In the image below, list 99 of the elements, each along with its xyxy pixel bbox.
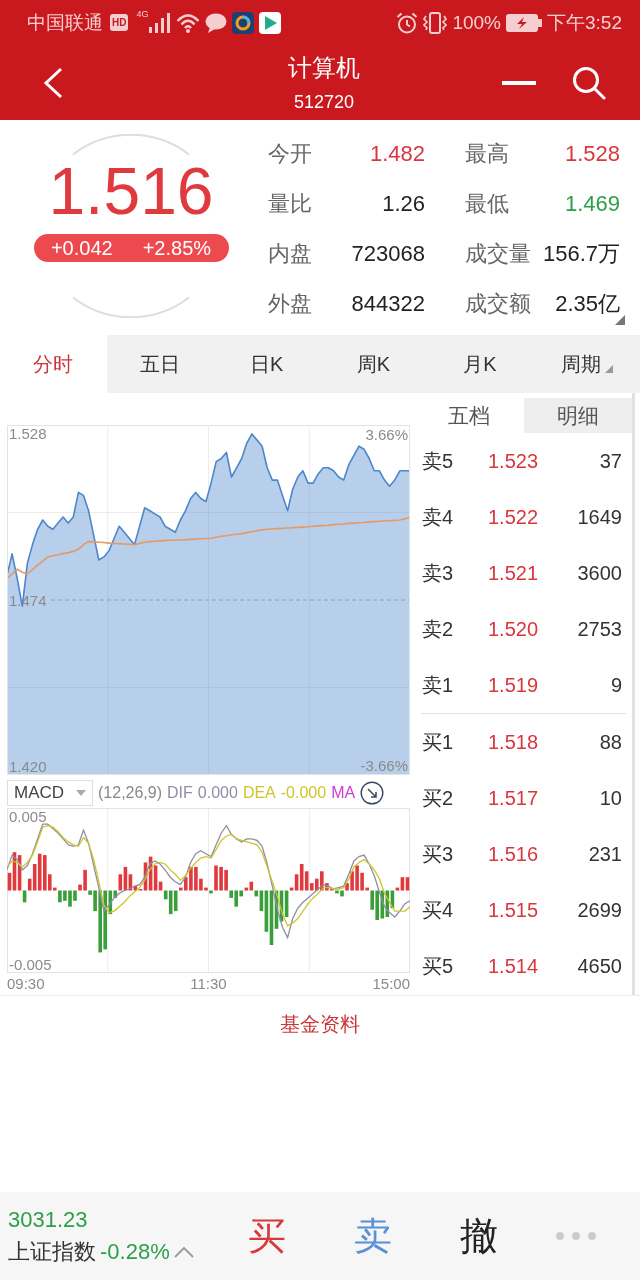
bid-volume: 4650 — [577, 954, 622, 978]
axis-label: 0.005 — [9, 808, 47, 826]
ask-volume: 3600 — [577, 561, 622, 585]
ask-price: 1.520 — [488, 617, 540, 641]
legend-label: DEA — [242, 784, 276, 802]
ask-level: 卖1 — [422, 672, 455, 698]
legend-label: DIF — [167, 784, 193, 802]
percent-axis-label: -3.66% — [360, 757, 408, 774]
trade-action-button[interactable]: 撤 — [426, 1206, 532, 1266]
time-label: 11:30 — [190, 975, 227, 993]
stat-value: 844322 — [351, 291, 425, 317]
chevron-up-icon[interactable] — [173, 1246, 194, 1258]
ask-volume: 2753 — [577, 617, 622, 641]
alarm-clock-icon — [396, 11, 419, 34]
chart-tab[interactable]: 周K — [320, 335, 427, 393]
signal-icon — [149, 12, 172, 33]
legend-value: 0.000 — [197, 784, 238, 802]
ask-price: 1.521 — [488, 561, 540, 585]
indicator-dropdown[interactable]: MACD — [7, 780, 93, 806]
price-change: +0.042 — [50, 236, 113, 260]
stat-label: 外盘 — [268, 290, 312, 318]
ma-label: MA — [331, 784, 356, 802]
time-label: 15:00 — [372, 975, 410, 993]
order-book-tab[interactable]: 明细 — [523, 398, 632, 433]
ask-level: 卖4 — [422, 504, 455, 530]
axis-label: 1.420 — [9, 757, 47, 775]
stat-value: 1.469 — [564, 191, 620, 217]
battery-charging-icon — [506, 13, 542, 32]
stat-label: 最低 — [465, 190, 509, 218]
bid-level: 买3 — [422, 841, 455, 867]
stat-value: 723068 — [351, 241, 425, 267]
ask-volume: 37 — [599, 449, 622, 473]
last-price: 1.516 — [48, 156, 214, 226]
bid-price: 1.518 — [488, 730, 540, 754]
time-label: 09:30 — [7, 975, 45, 993]
chart-tab[interactable]: 分时 — [0, 335, 107, 393]
back-icon[interactable] — [42, 66, 64, 99]
bid-level: 买1 — [422, 729, 455, 755]
stat-value: 1.528 — [564, 141, 620, 167]
axis-label: -0.005 — [9, 955, 52, 973]
bid-volume: 10 — [599, 786, 622, 810]
bid-price: 1.514 — [488, 954, 540, 978]
bid-price: 1.515 — [488, 898, 540, 922]
ask-level: 卖3 — [422, 560, 455, 586]
vibrate-icon — [423, 11, 448, 34]
fund-code: 512720 — [293, 90, 355, 113]
axis-label: 1.528 — [9, 425, 47, 443]
index-value: 3031.23 — [8, 1206, 89, 1234]
ask-level: 卖5 — [422, 448, 455, 474]
chart-tab[interactable]: 周期 — [533, 335, 640, 393]
ask-level: 卖2 — [422, 616, 455, 642]
stat-value: 1.26 — [382, 191, 425, 217]
chat-bubble-icon — [205, 12, 228, 33]
stat-label: 最高 — [465, 140, 509, 168]
caret-icon — [76, 790, 86, 796]
percent-change: +2.85% — [142, 236, 212, 260]
wifi-icon — [176, 12, 201, 33]
index-change: -0.28% — [100, 1238, 170, 1266]
ask-price: 1.522 — [488, 505, 540, 529]
stat-value: 2.35亿 — [555, 290, 620, 318]
percent-axis-label: 3.66% — [365, 426, 408, 443]
ask-volume: 9 — [610, 673, 622, 697]
carrier-name: 中国联通 — [27, 11, 103, 34]
search-icon[interactable] — [572, 65, 606, 100]
fund-info-link[interactable]: 基金资料 — [280, 1010, 360, 1038]
bid-level: 买2 — [422, 785, 455, 811]
corner-triangle-icon[interactable] — [615, 315, 625, 325]
hd-voice-badge: HD — [110, 14, 129, 31]
bid-level: 买5 — [422, 953, 455, 979]
stat-value: 156.7万 — [542, 240, 620, 268]
play-app-icon — [259, 11, 282, 34]
page-title: 计算机 — [288, 52, 360, 83]
trade-action-button[interactable]: 买 — [214, 1206, 320, 1266]
chart-tab[interactable]: 日K — [213, 335, 320, 393]
minus-icon[interactable] — [502, 80, 536, 85]
chart-tab[interactable]: 五日 — [106, 335, 214, 393]
stat-label: 成交量 — [465, 240, 531, 268]
ask-price: 1.519 — [488, 673, 540, 697]
bid-volume: 2699 — [577, 898, 622, 922]
bid-price: 1.517 — [488, 786, 540, 810]
index-name: 上证指数 — [8, 1238, 96, 1266]
ask-volume: 1649 — [577, 505, 622, 529]
network-type: 4G — [136, 9, 149, 19]
ask-price: 1.523 — [488, 449, 540, 473]
chart-tab[interactable]: 月K — [426, 335, 534, 393]
legend-value: -0.000 — [280, 784, 327, 802]
bid-price: 1.516 — [488, 842, 540, 866]
ring-app-icon — [232, 11, 255, 34]
bid-volume: 231 — [588, 842, 622, 866]
stat-label: 量比 — [268, 190, 312, 218]
indicator-params: (12,26,9) — [98, 784, 163, 802]
stat-label: 内盘 — [268, 240, 312, 268]
bid-volume: 88 — [599, 730, 622, 754]
status-time: 下午3:52 — [547, 11, 622, 34]
stat-label: 成交额 — [465, 290, 531, 318]
stat-value: 1.482 — [369, 141, 425, 167]
bid-level: 买4 — [422, 897, 455, 923]
battery-percent: 100% — [452, 11, 501, 34]
stat-label: 今开 — [268, 140, 312, 168]
